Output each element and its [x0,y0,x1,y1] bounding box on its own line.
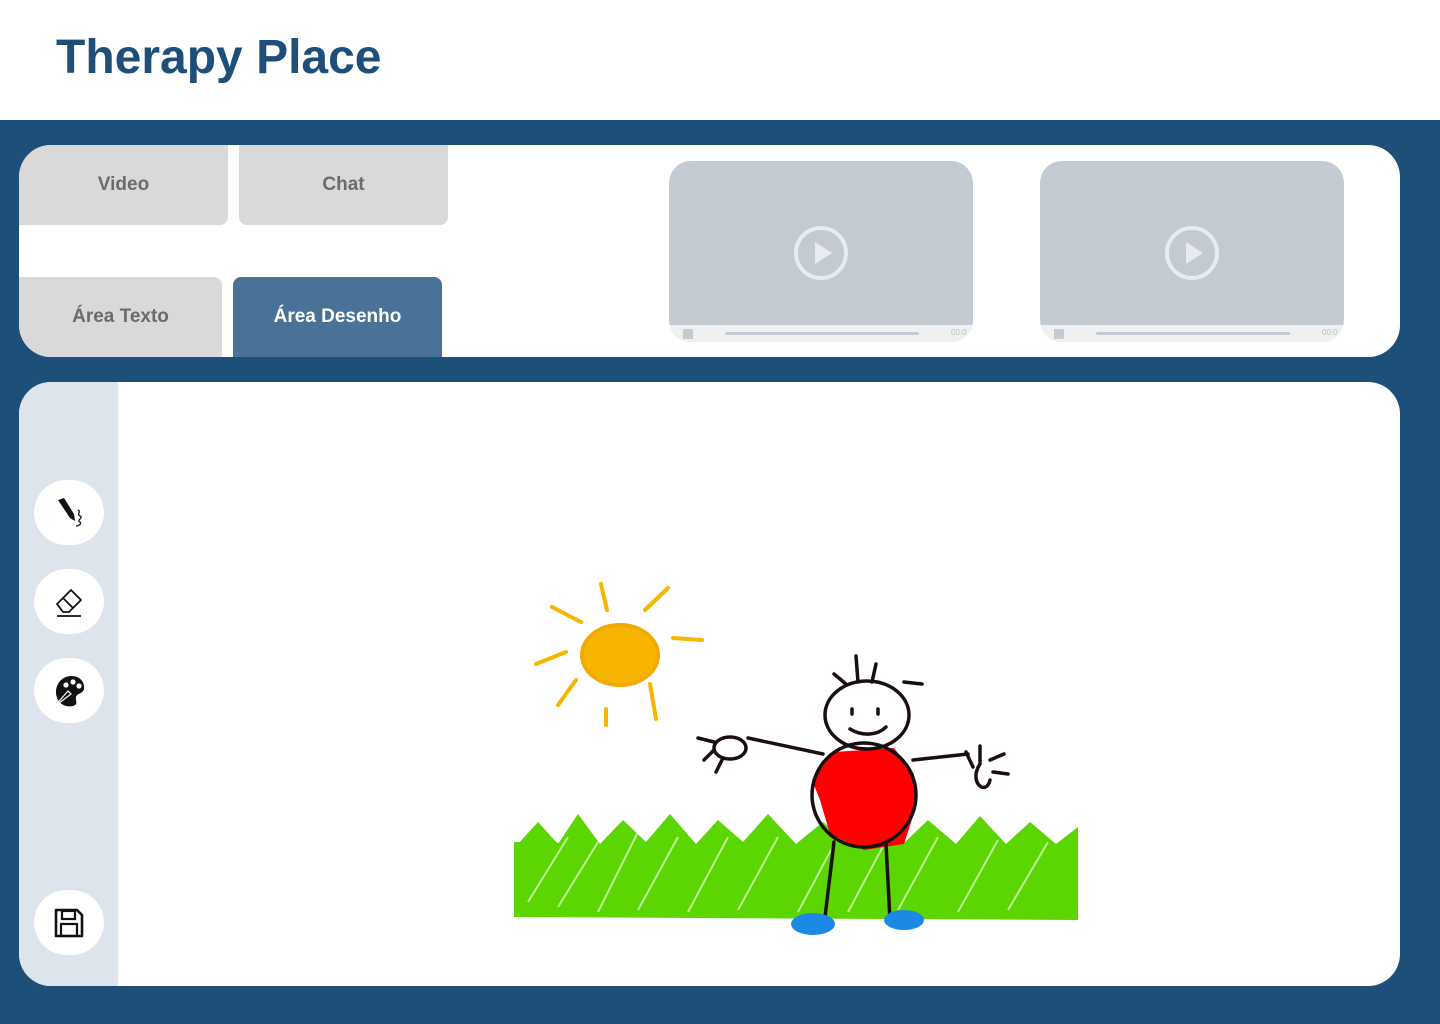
play-icon[interactable] [1164,225,1220,281]
drawing-canvas[interactable] [118,382,1400,986]
grass-scribble [514,814,1078,920]
video-controls: 00:0 [669,325,973,342]
drawing-panel [19,382,1400,986]
tab-text-area[interactable]: Área Texto [19,277,222,357]
stop-icon[interactable] [1054,329,1064,339]
video-player-2[interactable]: 00:0 [1040,161,1344,342]
video-time: 00:0 [1322,328,1338,337]
pen-tool-button[interactable] [34,480,104,545]
pen-icon [58,497,82,527]
app-title: Therapy Place [56,31,382,84]
save-button[interactable] [34,890,104,955]
video-controls: 00:0 [1040,325,1344,342]
save-icon [54,908,84,937]
drawing-toolbar [19,382,118,986]
right-shoe [884,910,924,930]
palette-icon [53,675,85,707]
sun-scribble [534,582,704,727]
video-time: 00:0 [951,328,967,337]
stop-icon[interactable] [683,329,693,339]
video-player-1[interactable]: 00:0 [669,161,973,342]
child-drawing [514,582,1078,935]
app-header: Therapy Place [0,0,1440,120]
video-progress-bar[interactable] [725,332,919,335]
navigation-panel: Video Chat Área Texto Área Desenho 00:0 … [19,145,1400,357]
palette-tool-button[interactable] [34,658,104,723]
play-icon[interactable] [793,225,849,281]
tab-chat[interactable]: Chat [239,145,448,225]
eraser-tool-button[interactable] [34,569,104,634]
tab-drawing-area[interactable]: Área Desenho [233,277,442,357]
eraser-icon [56,588,82,617]
tab-video[interactable]: Video [19,145,228,225]
left-shoe [791,913,835,935]
video-progress-bar[interactable] [1096,332,1290,335]
